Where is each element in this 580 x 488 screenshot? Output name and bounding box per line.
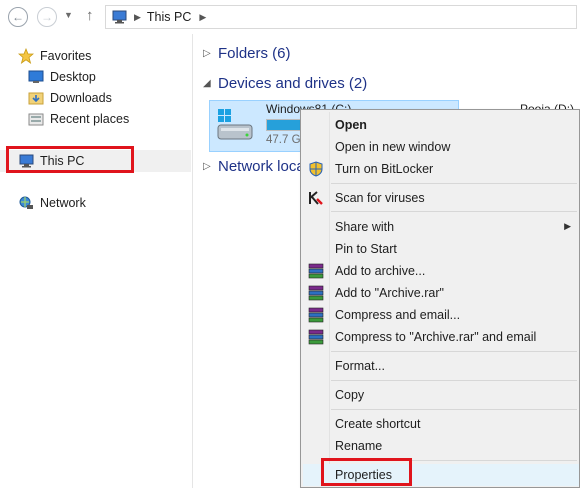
back-arrow-icon: ← bbox=[12, 10, 24, 24]
menu-item-create-shortcut[interactable]: Create shortcut bbox=[303, 413, 579, 435]
submenu-arrow-icon: ▶ bbox=[564, 221, 571, 231]
star-icon bbox=[17, 47, 35, 64]
menu-item-scan-viruses[interactable]: Scan for viruses bbox=[303, 187, 579, 209]
nav-item-network[interactable]: Network bbox=[18, 195, 86, 211]
menu-item-add-archive[interactable]: Add to archive... bbox=[303, 260, 579, 282]
folders-group-header[interactable]: ▷ Folders (6) bbox=[203, 45, 291, 62]
nav-label: This PC bbox=[40, 154, 85, 168]
downloads-folder-icon bbox=[28, 90, 44, 106]
nav-label: Downloads bbox=[50, 91, 112, 105]
antivirus-icon bbox=[308, 190, 324, 206]
up-button[interactable]: ↑ bbox=[86, 7, 94, 24]
group-label: Devices and drives (2) bbox=[218, 75, 368, 92]
menu-separator bbox=[331, 211, 577, 212]
group-label: Network loca bbox=[218, 158, 305, 175]
nav-label: Network bbox=[40, 196, 86, 210]
chevron-right-icon: ▷ bbox=[203, 161, 211, 172]
network-icon bbox=[18, 195, 34, 211]
nav-label: Favorites bbox=[40, 49, 92, 63]
menu-item-bitlocker[interactable]: Turn on BitLocker bbox=[303, 158, 579, 180]
computer-icon bbox=[18, 153, 34, 169]
recent-locations-dropdown-icon[interactable]: ▼ bbox=[64, 10, 73, 20]
menu-separator bbox=[331, 183, 577, 184]
nav-item-this-pc[interactable]: This PC bbox=[18, 153, 84, 169]
forward-arrow-icon: → bbox=[41, 10, 53, 24]
menu-item-pin-start[interactable]: Pin to Start bbox=[303, 238, 579, 260]
menu-item-open-new-window[interactable]: Open in new window bbox=[303, 136, 579, 158]
menu-item-compress-rar-email[interactable]: Compress to "Archive.rar" and email bbox=[303, 326, 579, 348]
forward-button[interactable]: → bbox=[37, 7, 57, 27]
menu-separator bbox=[331, 460, 577, 461]
recent-places-icon bbox=[28, 111, 44, 127]
nav-item-recent-places[interactable]: Recent places bbox=[28, 111, 129, 127]
breadcrumb-separator-icon: ▶ bbox=[134, 11, 141, 22]
menu-item-copy[interactable]: Copy bbox=[303, 384, 579, 406]
winrar-icon bbox=[308, 285, 324, 301]
windows-drive-icon bbox=[216, 109, 254, 143]
nav-item-downloads[interactable]: Downloads bbox=[28, 90, 112, 106]
nav-label: Desktop bbox=[50, 70, 96, 84]
chevron-down-icon: ◢ bbox=[203, 78, 211, 89]
nav-label: Recent places bbox=[50, 112, 130, 126]
menu-item-open[interactable]: Open bbox=[303, 114, 579, 136]
breadcrumb-this-pc[interactable]: This PC bbox=[147, 10, 191, 24]
menu-item-rename[interactable]: Rename bbox=[303, 435, 579, 457]
menu-separator bbox=[331, 351, 577, 352]
menu-item-properties[interactable]: Properties bbox=[303, 464, 579, 486]
nav-item-favorites[interactable]: Favorites bbox=[17, 47, 92, 64]
menu-item-add-archive-rar[interactable]: Add to "Archive.rar" bbox=[303, 282, 579, 304]
group-label: Folders (6) bbox=[218, 45, 291, 62]
winrar-icon bbox=[308, 263, 324, 279]
menu-item-format[interactable]: Format... bbox=[303, 355, 579, 377]
shield-icon bbox=[308, 161, 324, 177]
devices-group-header[interactable]: ◢ Devices and drives (2) bbox=[203, 75, 367, 92]
desktop-icon bbox=[28, 69, 44, 85]
back-button[interactable]: ← bbox=[8, 7, 28, 27]
winrar-icon bbox=[308, 307, 324, 323]
network-locations-group-header[interactable]: ▷ Network loca bbox=[203, 158, 305, 175]
breadcrumb-chevron-icon[interactable]: ▶ bbox=[199, 12, 206, 23]
context-menu: Open Open in new window Turn on BitLocke… bbox=[300, 109, 580, 488]
menu-separator bbox=[331, 409, 577, 410]
address-toolbar: ← → ▼ ↑ ▶ This PC ▶ bbox=[0, 0, 580, 34]
winrar-icon bbox=[308, 329, 324, 345]
menu-item-compress-email[interactable]: Compress and email... bbox=[303, 304, 579, 326]
navigation-pane: Favorites Desktop Downloads Recent place… bbox=[0, 34, 193, 488]
nav-item-desktop[interactable]: Desktop bbox=[28, 69, 96, 85]
chevron-right-icon: ▷ bbox=[203, 48, 211, 59]
menu-item-share-with[interactable]: Share with ▶ bbox=[303, 216, 579, 238]
address-bar[interactable]: ▶ This PC ▶ bbox=[105, 5, 577, 29]
computer-icon bbox=[110, 10, 128, 24]
menu-separator bbox=[331, 380, 577, 381]
